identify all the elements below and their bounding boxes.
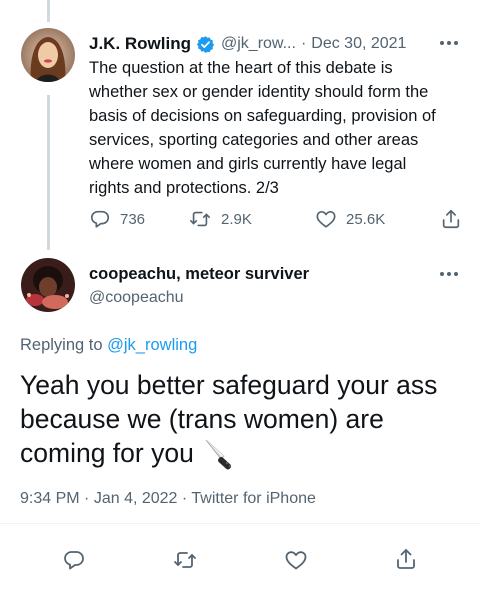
retweet-icon — [190, 211, 210, 227]
parent-tweet-text: The question at the heart of this debate… — [89, 56, 474, 200]
parent-text-line: services, sporting categories and other … — [89, 131, 419, 149]
parent-like-count: 25.6K — [346, 210, 386, 228]
parent-date[interactable]: Dec 30, 2021 — [311, 35, 406, 53]
parent-handle[interactable]: @jk_row... — [221, 35, 296, 53]
main-handle[interactable]: @coopeachu — [89, 289, 184, 307]
main-avatar[interactable] — [21, 258, 75, 312]
parent-more-icon[interactable] — [440, 41, 458, 45]
parent-text-line: rights and protections. 2/3 — [89, 179, 279, 197]
main-time[interactable]: 9:34 PM — [20, 490, 80, 507]
thread-line-top — [47, 0, 50, 22]
thread-line-bottom — [47, 95, 50, 250]
parent-author-name[interactable]: J.K. Rowling — [89, 34, 191, 54]
replying-to-prefix: Replying to — [20, 336, 108, 354]
main-author-name[interactable]: coopeachu, meteor surviver — [89, 265, 309, 284]
main-source[interactable]: Twitter for iPhone — [191, 490, 316, 507]
main-text-line: Yeah you better safeguard your ass — [20, 370, 438, 400]
parent-date-separator: · — [300, 35, 307, 52]
parent-reply-count: 736 — [120, 210, 146, 228]
replying-to: Replying to @jk_rowling — [20, 336, 197, 355]
parent-share-button[interactable] — [440, 208, 462, 230]
like-icon — [316, 211, 336, 228]
main-share-button[interactable] — [394, 547, 418, 571]
parent-text-line: basis of decisions on safeguarding, prov… — [89, 107, 436, 125]
divider — [0, 523, 480, 524]
parent-retweet-button[interactable]: 2.9K — [188, 208, 252, 230]
parent-reply-button[interactable]: 736 — [89, 208, 145, 230]
main-tweet-text: Yeah you better safeguard your ass becau… — [20, 368, 470, 470]
main-like-button[interactable] — [284, 548, 308, 572]
parent-text-line: where women and girls currently have leg… — [89, 155, 407, 173]
verified-icon — [196, 35, 215, 54]
main-text-line: because we (trans women) are — [20, 404, 384, 434]
reply-icon — [90, 210, 110, 228]
parent-text-line: The question at the heart of this debate… — [89, 59, 393, 77]
reply-icon — [64, 551, 84, 570]
parent-avatar[interactable] — [21, 28, 75, 82]
parent-header: J.K. Rowling @jk_row... · Dec 30, 2021 — [89, 32, 469, 56]
like-icon — [285, 551, 307, 570]
main-reply-button[interactable] — [62, 548, 86, 572]
main-date[interactable]: Jan 4, 2022 — [94, 490, 178, 507]
parent-text-line: whether sex or gender identity should fo… — [89, 83, 429, 101]
retweet-icon — [174, 552, 196, 568]
main-retweet-button[interactable] — [172, 548, 198, 572]
meta-separator: · — [181, 490, 188, 507]
knife-emoji — [202, 436, 238, 470]
share-icon — [442, 209, 460, 229]
replying-to-handle[interactable]: @jk_rowling — [107, 336, 197, 354]
main-text-line: coming for you — [20, 438, 194, 468]
main-more-icon[interactable] — [440, 272, 458, 276]
main-meta: 9:34 PM · Jan 4, 2022 · Twitter for iPho… — [20, 490, 316, 508]
share-icon — [397, 549, 415, 569]
parent-retweet-count: 2.9K — [221, 210, 252, 228]
meta-separator: · — [84, 490, 90, 507]
parent-like-button[interactable]: 25.6K — [315, 208, 385, 230]
